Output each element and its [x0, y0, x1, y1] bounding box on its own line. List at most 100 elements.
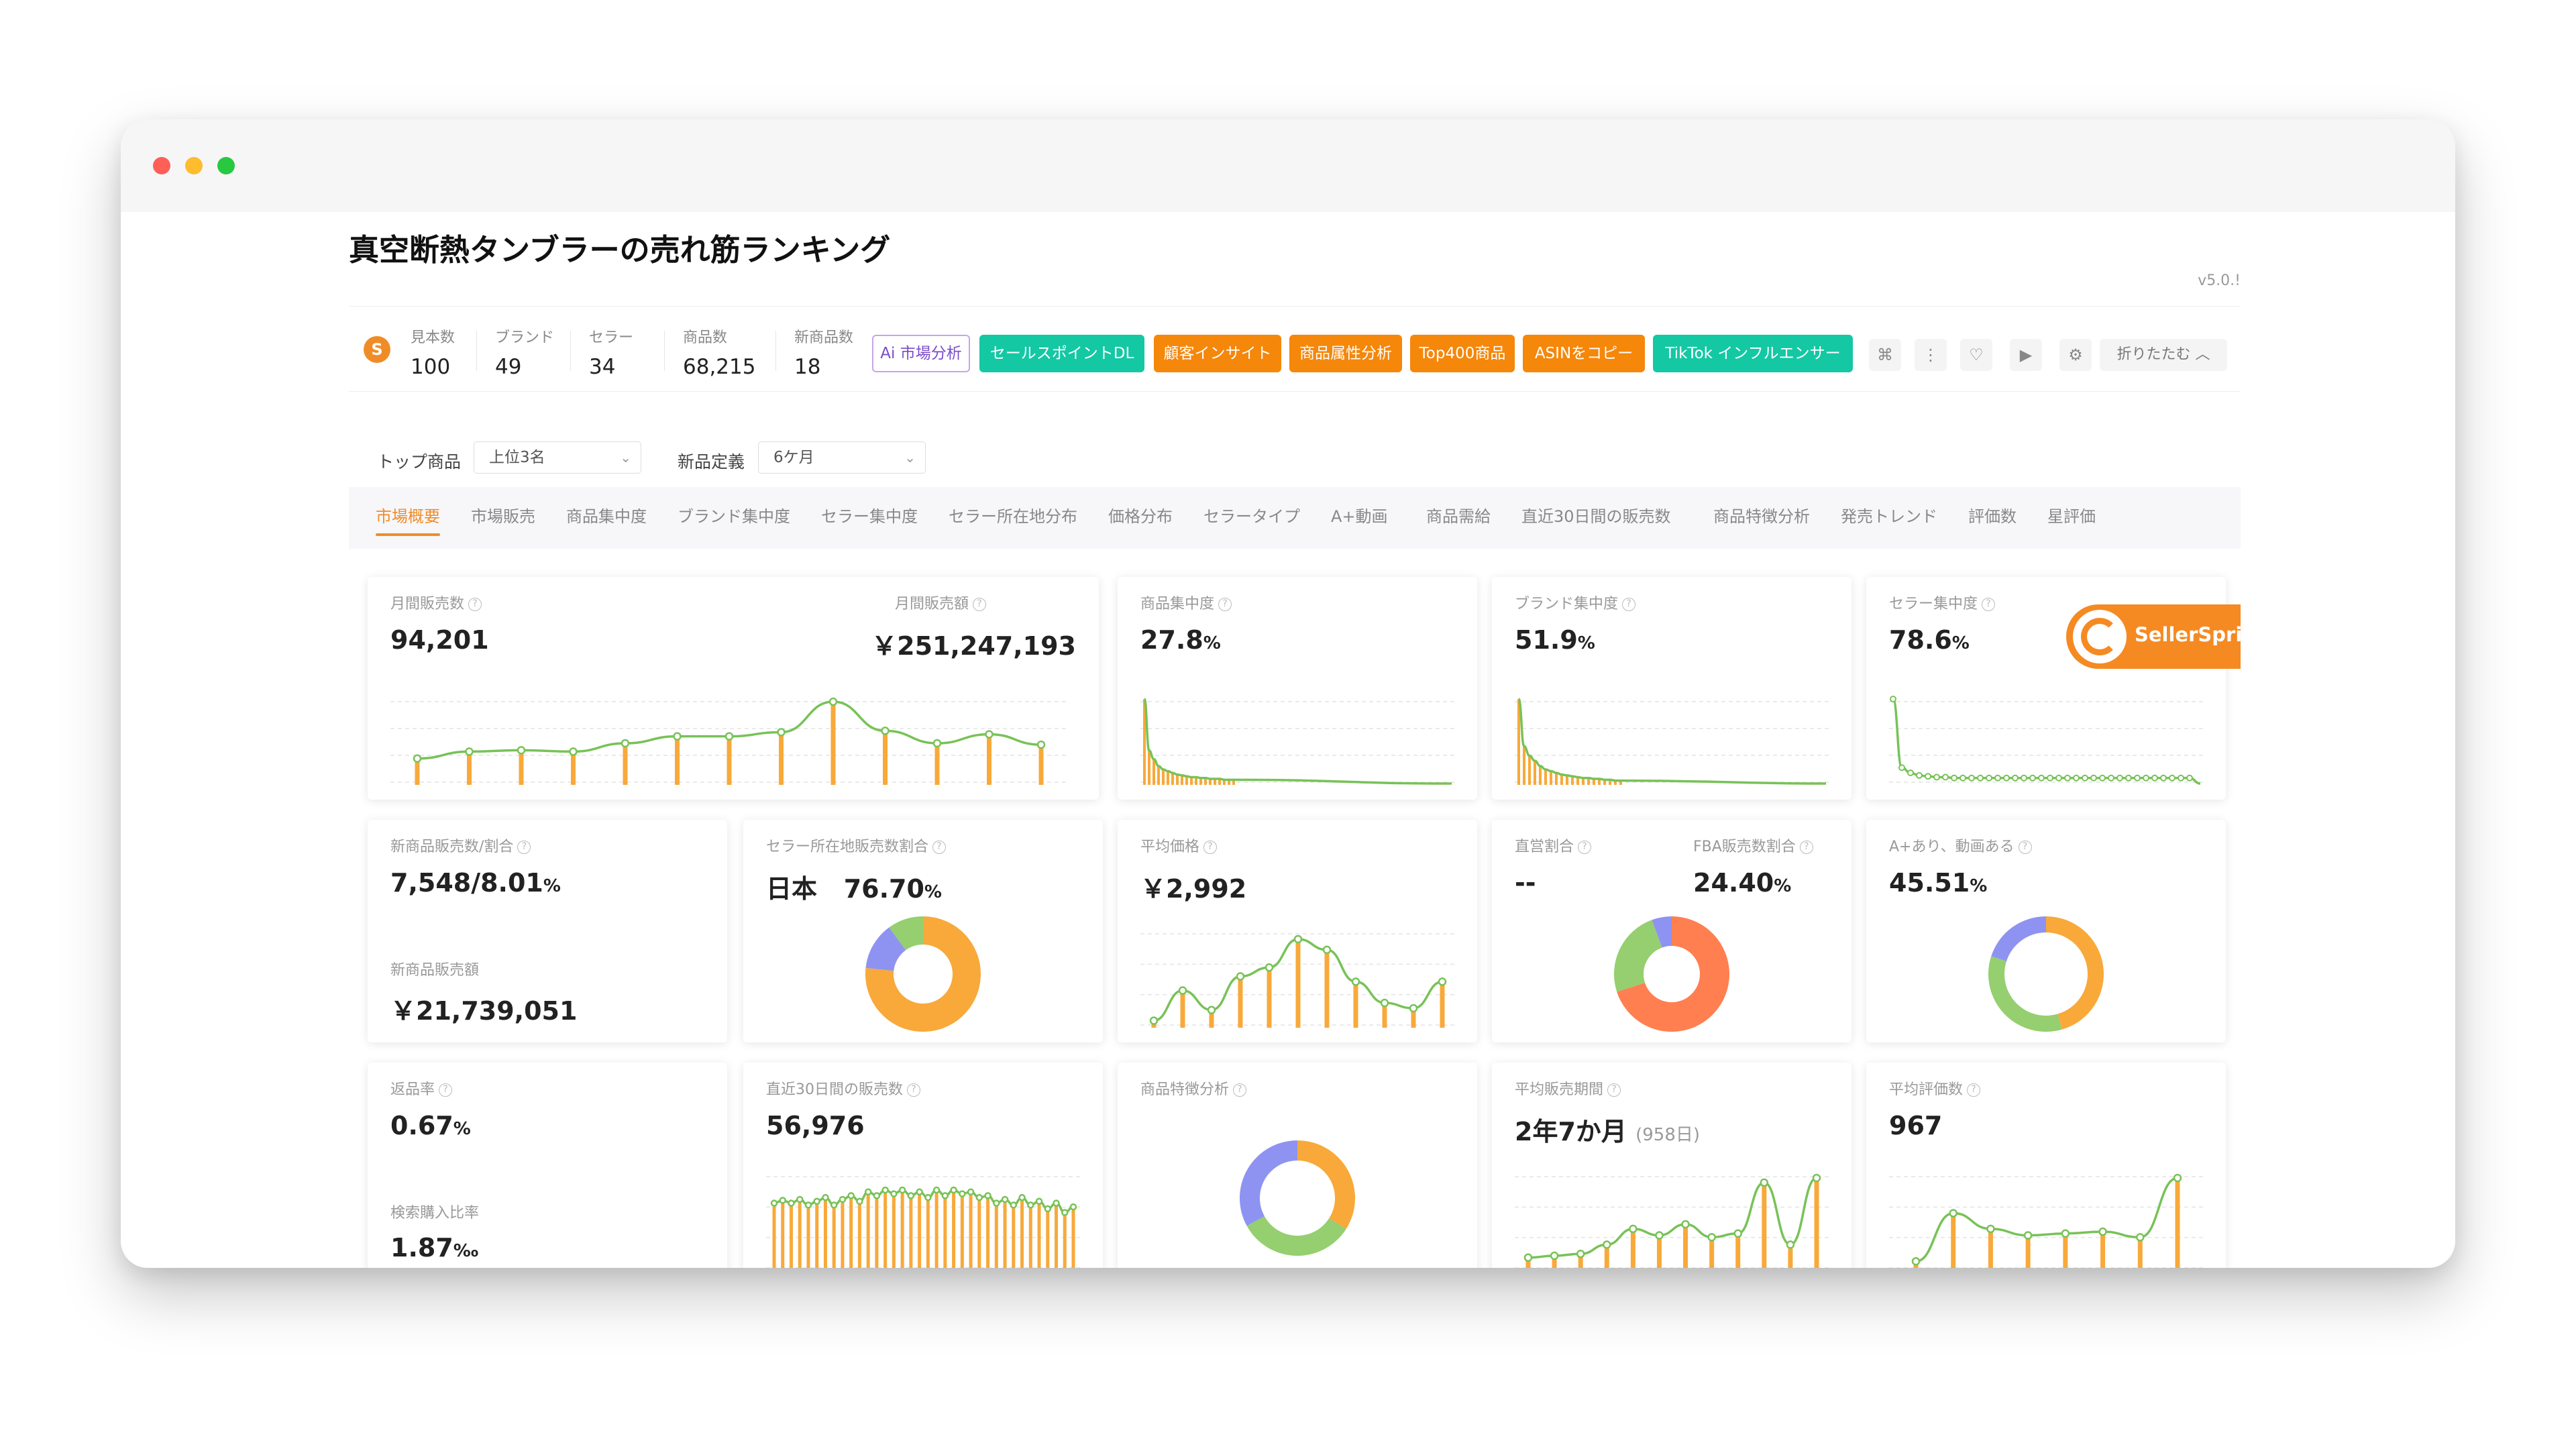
point — [2023, 1231, 2033, 1240]
bar — [866, 1191, 870, 1268]
settings-gear-icon[interactable]: ⚙ — [2059, 339, 2092, 371]
bar — [1185, 776, 1188, 785]
card-brand-concentration: ブランド集中度? 51.9% — [1492, 577, 1851, 800]
version-label: v5.0.! — [2198, 272, 2241, 289]
sellersprite-logo-icon: S — [364, 336, 390, 363]
point — [1898, 764, 1905, 771]
shortcut-icon[interactable]: ⌘ — [1869, 339, 1901, 371]
sales-points-download-button[interactable]: セールスポイントDL — [979, 335, 1144, 372]
point — [621, 739, 630, 748]
bar — [943, 1195, 947, 1268]
tab-2[interactable]: 商品集中度 — [566, 503, 647, 527]
chart-direct-fba — [1614, 916, 1729, 1032]
new-product-definition-select[interactable]: 6ケ月 ⌄ — [758, 441, 926, 474]
close-window-button[interactable] — [153, 157, 170, 174]
tab-10[interactable]: 直近30日間の販売数 — [1521, 503, 1671, 527]
bar — [571, 751, 576, 785]
bar — [857, 1201, 861, 1268]
point — [2090, 774, 2097, 782]
tab-1[interactable]: 市場販売 — [471, 503, 535, 527]
page-content: 真空断熱タンブラーの売れ筋ランキング v5.0.! S 見本数 100 ブランド… — [349, 212, 2241, 1268]
bar — [772, 1203, 776, 1268]
top-products-select[interactable]: 上位3名 ⌄ — [474, 441, 641, 474]
bar — [1571, 776, 1574, 785]
tab-5[interactable]: セラー所在地分布 — [949, 503, 1077, 527]
tab-14[interactable]: 星評価 — [2047, 503, 2096, 527]
bar — [623, 743, 628, 785]
sellersprite-badge[interactable]: SellerSprite — [2066, 604, 2241, 669]
point — [1907, 769, 1914, 777]
tab-7[interactable]: セラータイプ — [1203, 503, 1300, 527]
point — [2047, 774, 2053, 782]
tab-12[interactable]: 発売トレンド — [1841, 503, 1937, 527]
point — [2082, 774, 2088, 782]
inner-ring — [1267, 1168, 1328, 1228]
point — [796, 1195, 804, 1203]
bar — [1167, 771, 1169, 785]
favorite-heart-icon[interactable]: ♡ — [1960, 339, 1992, 371]
tab-4[interactable]: セラー集中度 — [821, 503, 918, 527]
point — [1036, 740, 1046, 749]
bar — [1295, 939, 1301, 1028]
bar — [1324, 949, 1330, 1028]
bar — [1735, 1233, 1741, 1268]
bar — [1988, 1228, 1993, 1268]
point — [1576, 1249, 1585, 1258]
card-direct-fba: 直営割合? -- FBA販売数割合? 24.40% — [1492, 820, 1851, 1042]
customer-insight-button[interactable]: 顧客インサイト — [1154, 335, 1281, 372]
tab-11[interactable]: 商品特徴分析 — [1713, 503, 1810, 527]
slice — [1988, 956, 2062, 1032]
bar — [832, 1205, 836, 1268]
video-play-icon[interactable]: ▶ — [2010, 339, 2042, 371]
point — [993, 1199, 1000, 1207]
point — [881, 727, 890, 735]
point — [1925, 773, 1931, 780]
point — [890, 1190, 898, 1197]
bar — [798, 1199, 802, 1268]
point — [1760, 1178, 1769, 1187]
tab-0[interactable]: 市場概要 — [376, 503, 440, 536]
top400-products-button[interactable]: Top400商品 — [1410, 335, 1515, 372]
tiktok-influencer-button[interactable]: TikTok インフルエンサー — [1653, 335, 1853, 372]
tab-8[interactable]: A+動画 — [1331, 503, 1388, 527]
bar — [1038, 745, 1044, 785]
point — [1265, 963, 1274, 972]
bar — [892, 1193, 896, 1268]
point — [932, 739, 942, 748]
point — [1933, 773, 1940, 781]
point — [1069, 1203, 1077, 1211]
card-new-product-sales: 新商品販売数/割合? 7,548/8.01% 新商品販売額 ￥21,739,05… — [368, 820, 727, 1042]
stat-new-products: 新商品数 18 — [794, 329, 854, 379]
bar — [1523, 746, 1525, 785]
tab-13[interactable]: 評価数 — [1968, 503, 2017, 527]
bar — [918, 1191, 922, 1268]
tab-6[interactable]: 価格分布 — [1108, 503, 1173, 527]
product-attribute-analysis-button[interactable]: 商品属性分析 — [1289, 335, 1402, 372]
tab-3[interactable]: ブランド集中度 — [678, 503, 790, 527]
stat-products: 商品数 68,215 — [683, 329, 756, 379]
point — [777, 728, 786, 737]
tab-9[interactable]: 商品需給 — [1426, 503, 1491, 527]
point — [839, 1195, 847, 1203]
copy-asin-button[interactable]: ASINをコピー — [1523, 335, 1645, 372]
ai-market-analysis-button[interactable]: Ai 市場分析 — [872, 335, 970, 372]
point — [2116, 774, 2123, 782]
point — [2151, 774, 2158, 782]
point — [2061, 1229, 2070, 1238]
point — [1707, 1233, 1716, 1242]
point — [2186, 774, 2193, 782]
bar — [1630, 1228, 1635, 1268]
maximize-window-button[interactable] — [217, 157, 235, 174]
point — [916, 1188, 923, 1196]
more-vertical-icon[interactable]: ⋮ — [1915, 339, 1947, 371]
bar — [934, 743, 940, 785]
top-products-label: トップ商品 — [377, 452, 462, 472]
sellersprite-logo-icon — [2073, 610, 2127, 663]
minimize-window-button[interactable] — [185, 157, 203, 174]
point — [788, 1199, 795, 1207]
bar — [1951, 1213, 1956, 1268]
point — [950, 1186, 957, 1194]
point — [1733, 1229, 1742, 1238]
point — [1812, 1173, 1821, 1183]
collapse-button[interactable]: 折りたたむ ︿ — [2100, 339, 2227, 371]
